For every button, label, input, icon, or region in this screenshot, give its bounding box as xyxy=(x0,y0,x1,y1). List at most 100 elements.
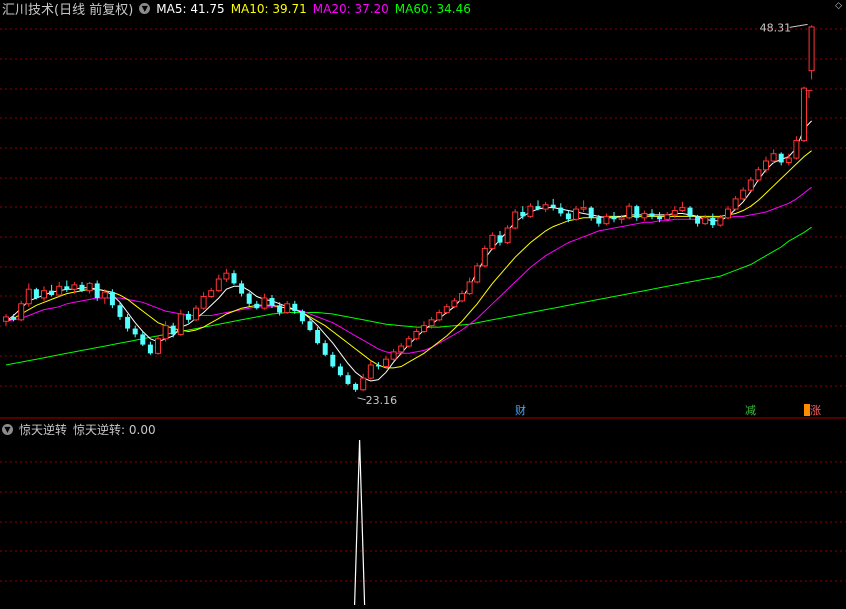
candle-body xyxy=(413,330,420,340)
indicator-title[interactable]: 惊天逆转 xyxy=(19,421,67,438)
candle xyxy=(421,321,427,333)
candle-body xyxy=(71,284,78,290)
candle xyxy=(755,166,762,182)
candle-body xyxy=(596,217,602,224)
candle xyxy=(345,372,351,386)
candle-body xyxy=(466,281,473,295)
candle-body xyxy=(702,217,709,225)
candle-body xyxy=(330,354,336,367)
candle xyxy=(443,303,450,314)
candle-body xyxy=(497,235,503,243)
candle xyxy=(580,200,587,212)
candle-body xyxy=(254,303,260,309)
candle-body xyxy=(360,377,367,391)
candle xyxy=(177,309,184,336)
candle-body xyxy=(109,292,115,306)
candle-body xyxy=(25,288,32,305)
candle-body xyxy=(808,26,815,72)
candle-body xyxy=(56,285,63,296)
candle-body xyxy=(322,343,328,355)
candle xyxy=(664,212,671,221)
candle xyxy=(481,245,488,268)
candle xyxy=(155,335,161,355)
candle-body xyxy=(618,217,625,220)
indicator-value: 惊天逆转: 0.00 xyxy=(73,423,156,437)
candle-body xyxy=(657,216,663,220)
candle-body xyxy=(664,214,671,220)
candle xyxy=(732,195,739,211)
candle-body xyxy=(223,272,230,280)
chevron-down-icon[interactable]: ▼ xyxy=(2,424,13,435)
chevron-down-icon[interactable]: ▼ xyxy=(139,3,151,14)
candle xyxy=(56,281,63,297)
candle-body xyxy=(512,211,519,229)
candle-body xyxy=(375,365,381,367)
candle-body xyxy=(292,303,298,312)
candle xyxy=(41,286,47,301)
candle xyxy=(489,232,496,250)
candle-body xyxy=(215,278,222,292)
candle xyxy=(649,209,655,220)
candle xyxy=(25,283,32,307)
stock-title[interactable]: 汇川技术(日线 前复权) xyxy=(2,0,133,18)
candle xyxy=(18,300,25,322)
candle-body xyxy=(626,205,633,219)
candle-body xyxy=(634,206,640,218)
candle xyxy=(208,287,215,298)
candle xyxy=(695,214,701,227)
diamond-icon[interactable]: ◇ xyxy=(835,1,842,11)
candle xyxy=(641,210,648,221)
candle xyxy=(626,203,633,220)
candle xyxy=(94,280,100,301)
candle-body xyxy=(710,217,716,226)
candle xyxy=(200,292,207,310)
stock-chart: 48.31 23.16 财 减 涨 T xyxy=(0,21,846,606)
candle xyxy=(170,322,176,338)
candle-body xyxy=(170,325,176,335)
candle-body xyxy=(345,375,351,384)
candle xyxy=(603,213,610,226)
candle xyxy=(459,290,465,303)
candle-body xyxy=(33,289,39,298)
candle xyxy=(254,300,260,310)
candle-body xyxy=(155,338,161,354)
candle-body xyxy=(177,313,184,335)
candle xyxy=(497,230,503,246)
candle-body xyxy=(785,157,792,163)
candle xyxy=(125,314,131,332)
candle xyxy=(778,152,784,166)
candle-body xyxy=(542,204,549,210)
candle xyxy=(611,212,617,223)
candle-body xyxy=(132,328,138,335)
candle xyxy=(315,327,321,345)
candle-body xyxy=(140,334,146,345)
event-zhang: 涨 xyxy=(810,404,821,417)
low-arrow xyxy=(357,397,366,401)
candle xyxy=(808,25,815,80)
candle-body xyxy=(489,234,496,249)
candle xyxy=(193,305,199,322)
candle-body xyxy=(269,297,275,306)
candle-body xyxy=(763,160,769,171)
main-chart-header: 汇川技术(日线 前复权) ▼ MA5: 41.75 MA10: 39.71 MA… xyxy=(2,0,477,19)
ma60-label: MA60: 34.46 xyxy=(394,1,471,16)
candle-body xyxy=(732,198,739,210)
candle xyxy=(3,314,9,326)
candle xyxy=(383,356,389,368)
candle-body xyxy=(481,247,488,267)
candle xyxy=(451,297,458,309)
candle xyxy=(558,203,564,217)
event-jian: 减 xyxy=(745,404,756,417)
candle-body xyxy=(337,366,343,376)
candle-body xyxy=(641,212,648,219)
candle xyxy=(793,136,800,160)
candle xyxy=(330,351,336,368)
candle-body xyxy=(740,189,747,200)
candle-body xyxy=(611,216,617,220)
candle-body xyxy=(200,296,207,309)
candle-body xyxy=(428,319,435,327)
candle xyxy=(322,340,328,357)
candle xyxy=(405,335,412,348)
candle-body xyxy=(451,300,458,308)
candle xyxy=(542,201,549,212)
